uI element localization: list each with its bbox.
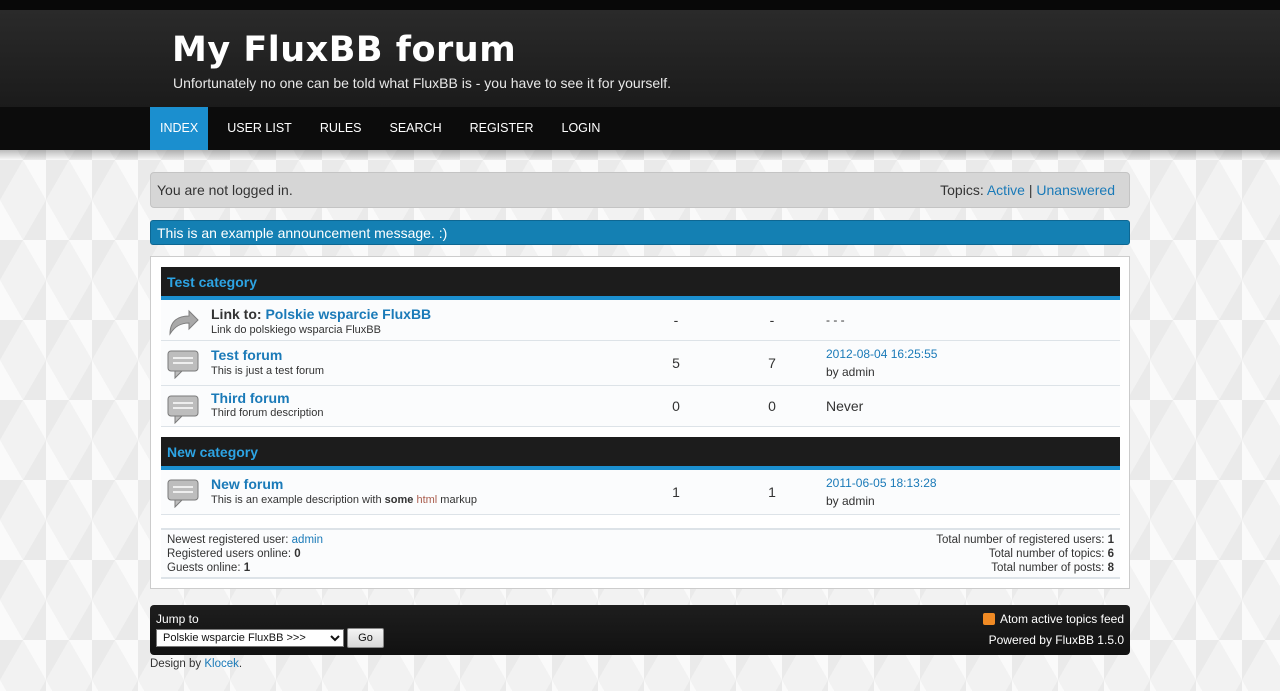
go-button[interactable]: Go [347, 628, 384, 648]
site-title[interactable]: My FluxBB forum [172, 30, 516, 70]
stats-right: Total number of registered users: 1 Tota… [936, 533, 1114, 575]
board-stats: Newest registered user: admin Registered… [161, 528, 1120, 579]
topics-label: Topics: [940, 182, 984, 198]
stats-left: Newest registered user: admin Registered… [167, 533, 323, 575]
login-status: You are not logged in. [157, 182, 293, 198]
site-header: My FluxBB forum Unfortunately no one can… [0, 10, 1280, 107]
forum-description: Third forum description [211, 407, 324, 419]
total-topics: 6 [1107, 548, 1114, 560]
total-posts-label: Total number of posts: [991, 562, 1105, 574]
category-header: New category [161, 437, 1120, 470]
nav-user-list[interactable]: USER LIST [217, 107, 302, 150]
nav-rules[interactable]: RULES [310, 107, 372, 150]
design-suffix: . [238, 658, 243, 670]
speech-bubble-icon [167, 395, 199, 424]
topics-separator: | [1028, 182, 1033, 198]
speech-bubble-icon [167, 479, 199, 508]
status-bar: You are not logged in. Topics: Active | … [150, 172, 1130, 208]
last-post: 2011-06-05 18:13:28 by admin [826, 476, 937, 508]
forum-row: Link to: Polskie wsparcie FluxBB Link do… [161, 300, 1120, 341]
active-topics-link[interactable]: Active [987, 182, 1025, 198]
powered-by: Powered by FluxBB 1.5.0 [988, 633, 1124, 647]
desc-html: html [416, 494, 438, 506]
newest-user-label: Newest registered user: [167, 534, 289, 546]
last-post: 2012-08-04 16:25:55 by admin [826, 347, 937, 379]
announcement: This is an example announcement message.… [150, 220, 1130, 245]
jump-to-label: Jump to [156, 612, 199, 626]
last-post-date[interactable]: 2011-06-05 18:13:28 [826, 476, 937, 490]
jump-to-select[interactable]: Polskie wsparcie FluxBB >>> [156, 629, 344, 647]
desc-text: This is an example description with [211, 494, 385, 506]
forum-row: Test forum This is just a test forum 5 7… [161, 341, 1120, 386]
forum-row: New forum This is an example description… [161, 470, 1120, 515]
guests-count: 1 [243, 562, 251, 574]
forum-name: Third forum [211, 390, 290, 406]
nav-search[interactable]: SEARCH [380, 107, 452, 150]
forum-row: Third forum Third forum description 0 0 … [161, 386, 1120, 427]
category-header: Test category [161, 267, 1120, 300]
total-topics-label: Total number of topics: [988, 548, 1105, 560]
posts-count: 7 [768, 355, 776, 371]
guests-label: Guests online: [167, 562, 241, 574]
total-users: 1 [1107, 534, 1114, 546]
design-credit: Design by Klocek. [150, 658, 242, 670]
topics-count: 0 [672, 398, 680, 414]
forum-link[interactable]: Third forum [211, 390, 290, 406]
forum-description: Link do polskiego wsparcia FluxBB [211, 324, 381, 336]
last-post-never: Never [826, 398, 864, 414]
link-prefix: Link to: [211, 306, 262, 322]
speech-bubble-icon [167, 350, 199, 379]
topics-count: - [673, 312, 679, 328]
forum-name: Test forum [211, 347, 282, 363]
forum-link[interactable]: Test forum [211, 347, 282, 363]
posts-count: 1 [768, 484, 776, 500]
posts-count: 0 [768, 398, 776, 414]
site-description: Unfortunately no one can be told what Fl… [173, 75, 672, 91]
online-count: 0 [294, 548, 301, 560]
desc-bold: some [384, 494, 414, 506]
forum-description: This is just a test forum [211, 365, 325, 377]
forum-name: Link to: Polskie wsparcie FluxBB [211, 306, 431, 322]
rss-feed-icon [982, 613, 995, 625]
topics-count: 1 [672, 484, 680, 500]
footer: Jump to Polskie wsparcie FluxBB >>> Go A… [150, 605, 1130, 655]
forum-board: Test category Link to: Polskie wsparcie … [150, 256, 1130, 589]
topics-links: Topics: Active | Unanswered [940, 182, 1115, 198]
atom-feed-label[interactable]: Atom active topics feed [1000, 612, 1124, 626]
online-label: Registered users online: [167, 548, 292, 560]
last-post: - - - [826, 313, 845, 327]
unanswered-topics-link[interactable]: Unanswered [1036, 182, 1115, 198]
newest-user-link[interactable]: admin [292, 534, 323, 546]
forum-name: New forum [211, 476, 283, 492]
atom-feed-link[interactable]: Atom active topics feed [982, 612, 1124, 626]
last-post: Never [826, 398, 863, 414]
forum-link[interactable]: Polskie wsparcie FluxBB [265, 306, 431, 322]
nav-register[interactable]: REGISTER [460, 107, 544, 150]
last-post-author: by admin [826, 365, 875, 379]
header-shadow [0, 150, 1280, 160]
total-posts: 8 [1107, 562, 1114, 574]
design-prefix: Design by [150, 658, 202, 670]
nav-index[interactable]: INDEX [150, 107, 209, 150]
forum-link[interactable]: New forum [211, 476, 283, 492]
topics-count: 5 [672, 355, 680, 371]
desc-end: markup [437, 494, 477, 506]
forum-description: This is an example description with some… [211, 494, 477, 506]
nav-login[interactable]: LOGIN [552, 107, 611, 150]
posts-count: - [769, 312, 775, 328]
last-post-author: by admin [826, 494, 875, 508]
last-post-date[interactable]: 2012-08-04 16:25:55 [826, 347, 937, 361]
top-strip [0, 0, 1280, 10]
total-users-label: Total number of registered users: [936, 534, 1105, 546]
main-nav: INDEX USER LIST RULES SEARCH REGISTER LO… [150, 107, 618, 150]
design-author-link[interactable]: Klocek [204, 658, 239, 670]
navbar: INDEX USER LIST RULES SEARCH REGISTER LO… [0, 107, 1280, 150]
redirect-icon [169, 309, 199, 336]
